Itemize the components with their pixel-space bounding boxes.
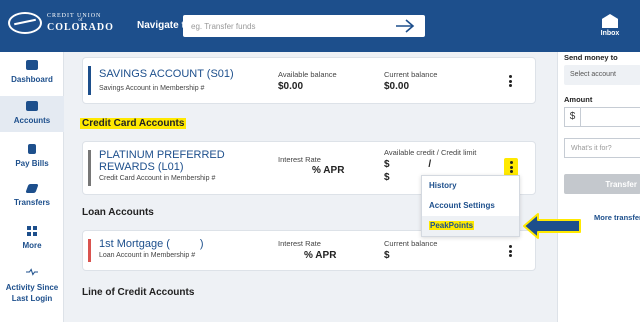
more-transfers-link[interactable]: More transfers (594, 213, 640, 222)
available-balance-value: $0.00 (278, 81, 304, 92)
savings-account-sub: Savings Account in Membership # (99, 85, 205, 92)
memo-input[interactable]: What's it for? (564, 138, 640, 158)
pulse-icon (26, 268, 38, 276)
menu-item-peakpoints[interactable]: PeakPoints (422, 216, 519, 236)
credit-limit-value: $ (384, 172, 390, 183)
current-balance-label: Current balance (384, 239, 438, 248)
sidebar-item-activity[interactable]: Activity Since Last Login (0, 268, 64, 304)
sidebar-item-label: Dashboard (11, 75, 53, 84)
loan-section-title: Loan Accounts (82, 207, 154, 218)
available-credit-label: Available credit / Credit limit (384, 148, 477, 157)
top-header: CREDIT UNION of COLORADO Navigate to Inb… (0, 0, 640, 52)
credit-card-sub: Credit Card Account in Membership # (99, 175, 216, 182)
interest-rate-value: % APR (312, 165, 345, 176)
callout-arrow-icon (523, 213, 581, 239)
credit-card-section-title: Credit Card Accounts (80, 118, 187, 129)
amount-label: Amount (564, 95, 593, 104)
dollar-icon (28, 144, 36, 154)
bank-icon (26, 60, 38, 70)
sidebar-item-pay-bills[interactable]: Pay Bills (0, 144, 64, 169)
grid-icon (27, 226, 37, 236)
mortgage-account-name[interactable]: 1st Mortgage () (99, 238, 204, 250)
sidebar-item-more[interactable]: More (0, 226, 64, 251)
navigate-search-box[interactable] (183, 15, 425, 37)
sidebar-item-dashboard[interactable]: Dashboard (0, 60, 64, 85)
send-money-panel: Send money to Select account Amount $ Wh… (557, 52, 640, 322)
transfer-icon (25, 184, 39, 193)
left-sidebar: Dashboard Accounts Pay Bills Transfers M… (0, 52, 64, 322)
credit-card-name-line1[interactable]: PLATINUM PREFERRED (99, 149, 225, 161)
line-of-credit-section-title: Line of Credit Accounts (82, 287, 195, 298)
mortgage-name-end: ) (199, 238, 204, 250)
navigate-search-input[interactable] (191, 21, 381, 31)
credit-union-logo[interactable]: CREDIT UNION of COLORADO (8, 12, 114, 34)
inbox-button[interactable]: Inbox (597, 14, 623, 37)
sidebar-item-label: Pay Bills (15, 159, 49, 168)
inbox-label: Inbox (600, 30, 620, 37)
sidebar-item-label: Activity Since Last Login (5, 283, 59, 303)
sidebar-item-label: More (22, 241, 42, 250)
savings-more-menu-icon[interactable] (503, 72, 517, 90)
available-balance-label: Available balance (278, 70, 337, 79)
credit-card-name-line2[interactable]: REWARDS (L01) (99, 161, 184, 173)
mortgage-sub: Loan Account in Membership # (99, 252, 196, 259)
savings-account-card[interactable]: SAVINGS ACCOUNT (S01) Savings Account in… (82, 57, 536, 104)
sidebar-item-transfers[interactable]: Transfers (0, 184, 64, 208)
menu-item-history[interactable]: History (422, 176, 519, 196)
available-credit-value: $ / (384, 159, 432, 170)
current-balance-value: $ (384, 250, 390, 261)
select-account-dropdown[interactable]: Select account (564, 65, 640, 85)
inbox-icon (602, 14, 618, 28)
sidebar-item-label: Transfers (13, 198, 51, 207)
interest-rate-value: % APR (304, 250, 337, 261)
menu-item-account-settings[interactable]: Account Settings (422, 196, 519, 216)
account-color-bar (88, 66, 91, 95)
current-balance-label: Current balance (384, 70, 438, 79)
peakpoints-label: PeakPoints (429, 221, 475, 230)
credit-card-more-menu-icon[interactable] (504, 158, 518, 176)
savings-account-name[interactable]: SAVINGS ACCOUNT (S01) (99, 68, 234, 80)
account-color-bar (88, 239, 91, 262)
amount-input[interactable]: $ (564, 107, 640, 127)
mortgage-name-start: 1st Mortgage ( (99, 238, 170, 250)
mortgage-more-menu-icon[interactable] (503, 242, 517, 260)
transfer-button[interactable]: Transfer (564, 174, 640, 194)
sidebar-item-accounts[interactable]: Accounts (0, 96, 64, 132)
arrow-right-icon[interactable] (395, 18, 415, 34)
interest-rate-label: Interest Rate (278, 155, 321, 164)
send-money-label: Send money to (564, 53, 618, 62)
interest-rate-label: Interest Rate (278, 239, 321, 248)
accounts-icon (26, 101, 38, 111)
account-color-bar (88, 150, 91, 186)
account-actions-menu: History Account Settings PeakPoints (421, 175, 520, 237)
logo-bottom-text: COLORADO (47, 22, 114, 33)
logo-mark-icon (8, 12, 42, 34)
dollar-sign: $ (565, 108, 581, 126)
sidebar-item-label: Accounts (13, 116, 51, 125)
current-balance-value: $0.00 (384, 81, 410, 92)
